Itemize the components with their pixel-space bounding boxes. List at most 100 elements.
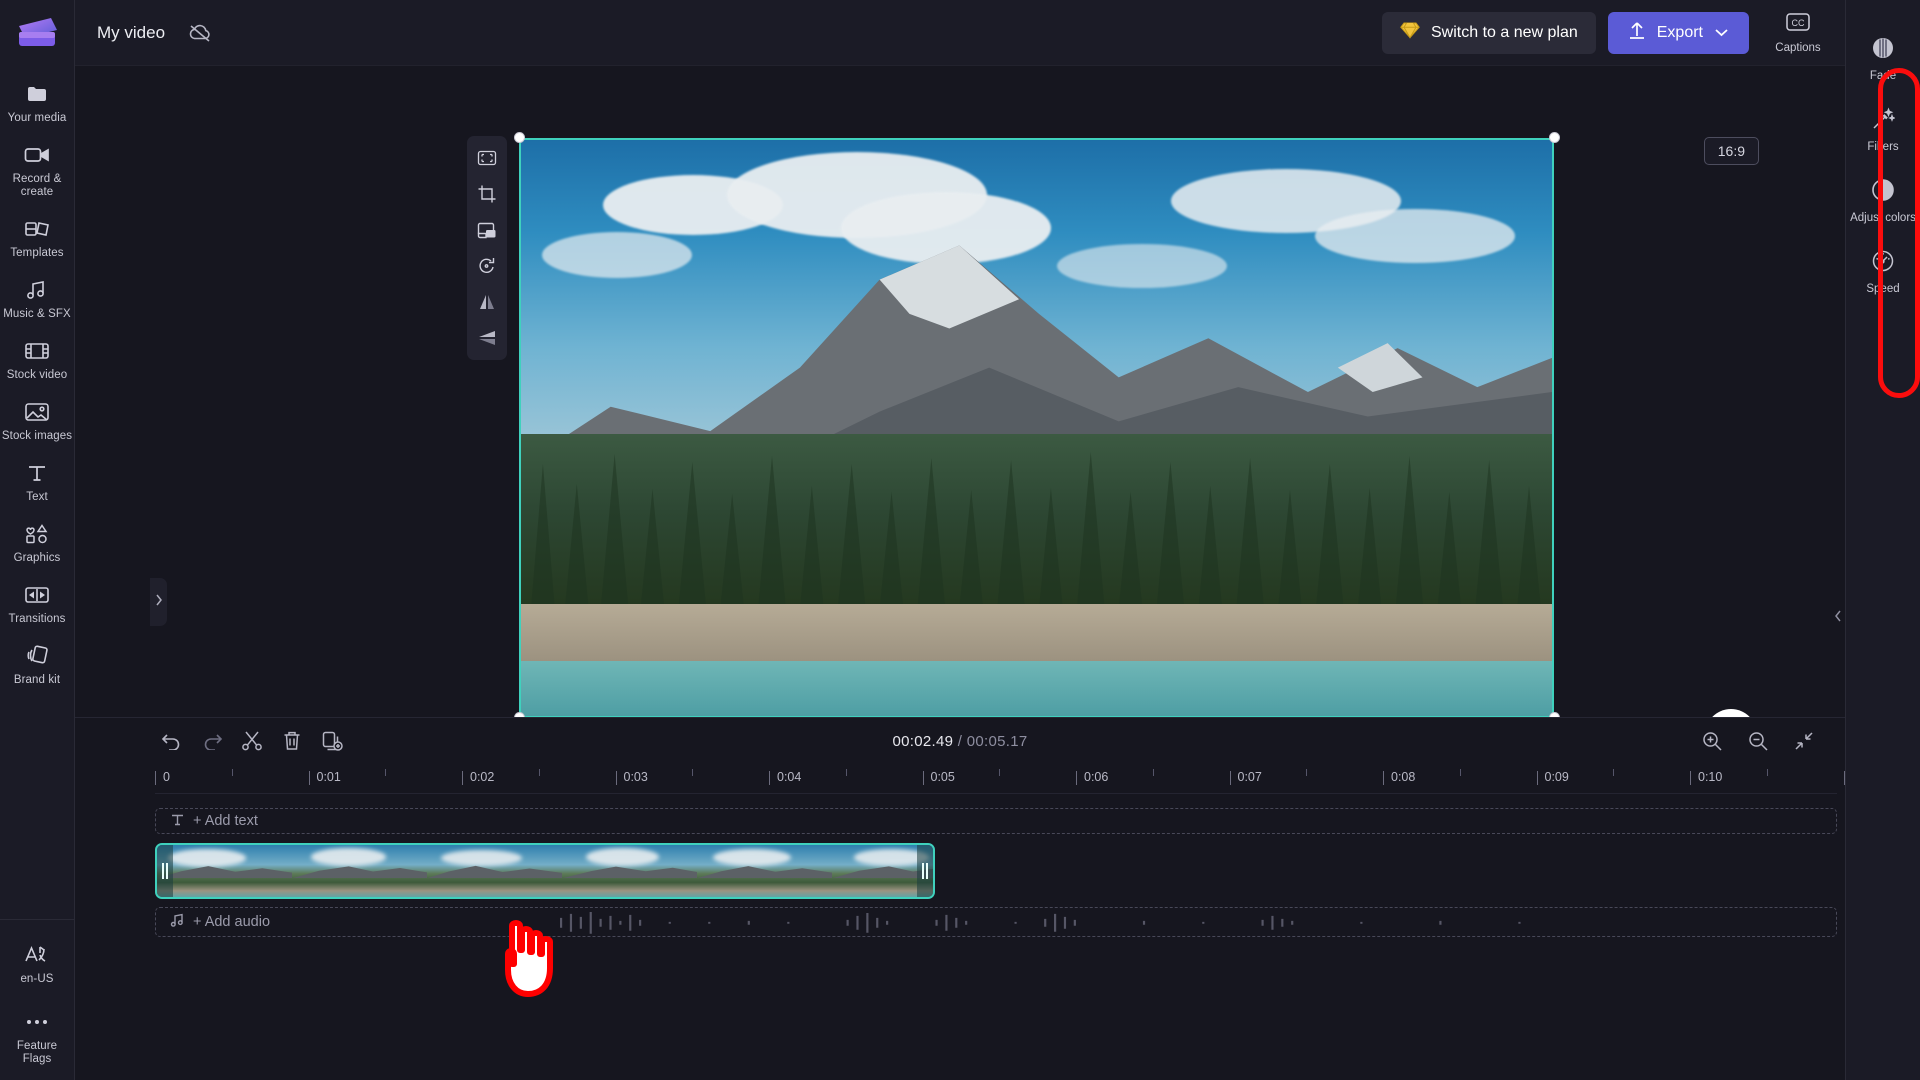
switch-plan-button[interactable]: Switch to a new plan — [1382, 11, 1596, 54]
timeline-panel: 00:02.49 / 00:05.17 0 0:01 0:02 0:03 0:0… — [75, 717, 1875, 1080]
clip-trim-handle-left[interactable] — [157, 845, 173, 897]
add-audio-label: + Add audio — [193, 914, 271, 930]
help-button[interactable]: ? — [1705, 709, 1757, 717]
right-panel-collapse-button[interactable] — [1830, 593, 1845, 643]
sidebar-item-record-create[interactable]: Record & create — [0, 133, 75, 207]
cloud-off-icon[interactable] — [187, 20, 213, 46]
right-item-label: Adjust colors — [1850, 212, 1916, 224]
aspect-ratio-badge[interactable]: 16:9 — [1703, 137, 1759, 165]
ruler-tick: 0:07 — [1229, 770, 1262, 785]
audio-waveform — [559, 911, 1521, 934]
sidebar-item-text[interactable]: Text — [0, 451, 75, 512]
main-area: My video Switch to a new plan Export CC … — [75, 0, 1875, 1080]
resize-handle-bottom-right[interactable] — [1549, 712, 1560, 717]
right-item-fade[interactable]: Fade — [1846, 6, 1920, 95]
chevron-right-icon — [155, 593, 163, 612]
ruler-tick: 0:08 — [1382, 770, 1416, 785]
text-icon — [170, 812, 185, 831]
add-audio-track[interactable]: + Add audio — [155, 907, 1837, 937]
right-sidebar: Fade Filters Adjust colors Speed — [1845, 0, 1920, 1080]
flip-horizontal-icon[interactable] — [470, 285, 504, 319]
ruler-tick: 0:02 — [461, 770, 495, 785]
ruler-tick: 0:10 — [1689, 770, 1723, 785]
export-button[interactable]: Export — [1607, 11, 1749, 54]
diamond-icon — [1400, 21, 1420, 44]
fade-icon — [1871, 36, 1895, 65]
ruler-minor-tick — [385, 769, 387, 776]
image-icon — [24, 399, 50, 425]
delete-button[interactable] — [275, 724, 309, 758]
time-separator: / — [953, 732, 967, 750]
captions-label: Captions — [1775, 41, 1821, 54]
video-preview[interactable] — [519, 138, 1554, 717]
sidebar-item-stock-images[interactable]: Stock images — [0, 390, 75, 451]
right-item-label: Filters — [1867, 141, 1899, 153]
language-icon — [24, 942, 50, 968]
chevron-down-icon — [1714, 24, 1729, 42]
sidebar-item-templates[interactable]: Templates — [0, 207, 75, 268]
right-item-label: Speed — [1866, 283, 1900, 295]
fit-timeline-button[interactable] — [1787, 724, 1821, 758]
sidebar-item-transitions[interactable]: Transitions — [0, 573, 75, 634]
undo-button[interactable] — [155, 724, 189, 758]
split-button[interactable] — [235, 724, 269, 758]
top-bar: My video Switch to a new plan Export CC … — [75, 0, 1845, 66]
river — [521, 661, 1552, 716]
zoom-out-button[interactable] — [1741, 724, 1775, 758]
ruler-minor-tick — [1306, 769, 1308, 776]
sidebar-item-graphics[interactable]: Graphics — [0, 512, 75, 573]
ruler-tick: 0:01 — [308, 770, 341, 785]
sidebar-item-feature-flags[interactable]: Feature Flags — [0, 1000, 75, 1080]
duplicate-button[interactable] — [315, 724, 349, 758]
svg-text:CC: CC — [1792, 18, 1805, 28]
right-item-adjust-colors[interactable]: Adjust colors — [1846, 166, 1920, 237]
zoom-in-button[interactable] — [1695, 724, 1729, 758]
resize-handle-top-right[interactable] — [1549, 132, 1560, 143]
ruler-minor-tick — [1459, 769, 1461, 776]
video-frame-content — [521, 140, 1552, 716]
picture-in-picture-icon[interactable] — [470, 213, 504, 247]
crop-icon[interactable] — [470, 177, 504, 211]
right-item-speed[interactable]: Speed — [1846, 237, 1920, 308]
clip-thumbnails — [157, 845, 933, 897]
ruler-tick: 0:06 — [1075, 770, 1109, 785]
right-item-filters[interactable]: Filters — [1846, 95, 1920, 166]
resize-handle-top-left[interactable] — [514, 132, 525, 143]
clip-transform-toolbar — [467, 136, 507, 360]
timeline-tracks: + Add text + Add audio — [155, 794, 1837, 937]
sidebar-item-language[interactable]: en-US — [0, 920, 75, 1000]
fit-to-frame-icon[interactable] — [470, 141, 504, 175]
rotate-icon[interactable] — [470, 249, 504, 283]
cc-icon: CC — [1785, 12, 1811, 37]
chevron-left-icon — [1834, 609, 1842, 628]
timeline-toolbar: 00:02.49 / 00:05.17 — [75, 718, 1845, 764]
total-time: 00:05.17 — [966, 732, 1028, 750]
right-item-label: Fade — [1869, 70, 1897, 82]
redo-button[interactable] — [195, 724, 229, 758]
ruler-minor-tick — [538, 769, 540, 776]
clip-thumbnail — [292, 845, 427, 897]
export-label: Export — [1656, 23, 1703, 41]
captions-button[interactable]: CC Captions — [1765, 12, 1831, 54]
brand-kit-icon — [24, 643, 50, 669]
left-panel-collapse-button[interactable] — [150, 578, 167, 626]
sidebar-item-music-sfx[interactable]: Music & SFX — [0, 268, 75, 329]
clip-thumbnail — [562, 845, 697, 897]
transitions-icon — [24, 582, 50, 608]
clipchamp-logo[interactable] — [13, 14, 61, 58]
add-text-track[interactable]: + Add text — [155, 808, 1837, 834]
clip-trim-handle-right[interactable] — [917, 845, 933, 897]
magic-wand-icon — [1871, 107, 1896, 136]
flip-vertical-icon[interactable] — [470, 321, 504, 355]
sidebar-item-brand-kit[interactable]: Brand kit — [0, 634, 75, 695]
sidebar-item-stock-video[interactable]: Stock video — [0, 329, 75, 390]
clip-thumbnail — [697, 845, 832, 897]
contrast-icon — [1871, 178, 1895, 207]
sidebar-item-label: Text — [26, 491, 48, 503]
timeline-ruler[interactable]: 0 0:01 0:02 0:03 0:04 0:05 0:06 0:07 0:08 0:09 0:1… — [155, 764, 1875, 794]
page-title[interactable]: My video — [97, 23, 165, 43]
video-clip[interactable] — [155, 843, 935, 899]
left-sidebar: Your media Record & create Templates Mus… — [0, 0, 75, 1080]
sidebar-item-your-media[interactable]: Your media — [0, 72, 75, 133]
resize-handle-bottom-left[interactable] — [514, 712, 525, 717]
